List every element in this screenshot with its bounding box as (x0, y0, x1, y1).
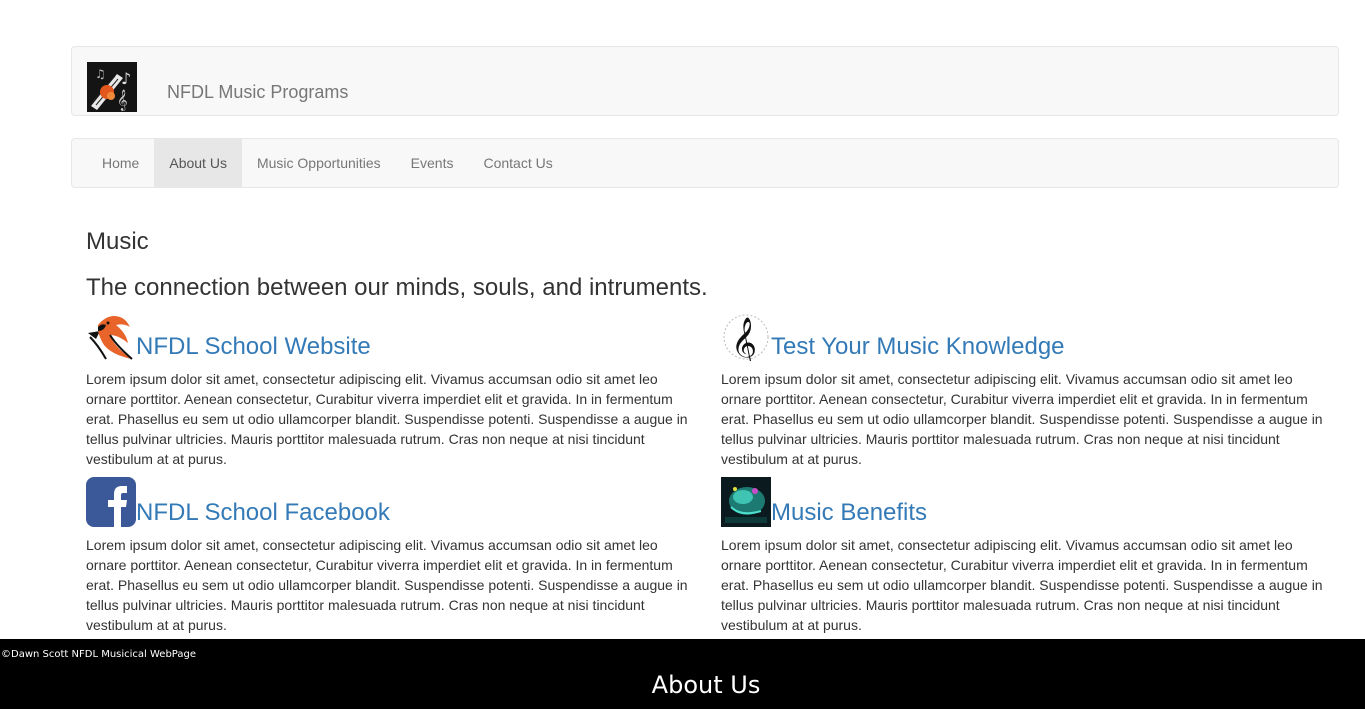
card-body-text: Lorem ipsum dolor sit amet, consectetur … (86, 537, 688, 633)
card-school-facebook: NFDL School Facebook Lorem ipsum dolor s… (86, 477, 696, 635)
page-heading: Music (86, 228, 149, 255)
nav-item-about-us[interactable]: About Us (154, 139, 242, 188)
card-body-text: Lorem ipsum dolor sit amet, consectetur … (721, 537, 1323, 633)
nav-list: Home About Us Music Opportunities Events… (87, 139, 568, 188)
nav-item-music-opportunities[interactable]: Music Opportunities (242, 139, 396, 188)
page-tagline: The connection between our minds, souls,… (86, 274, 708, 301)
footer: ©Dawn Scott NFDL Musicical WebPage About… (0, 639, 1365, 709)
footer-title: About Us (651, 671, 761, 699)
card-title-link[interactable]: Test Your Music Knowledge (771, 335, 1065, 359)
card-title-link[interactable]: NFDL School Facebook (136, 501, 390, 525)
cardinal-bird-icon[interactable] (86, 311, 136, 361)
svg-text:𝄞: 𝄞 (731, 317, 757, 361)
nav-item-contact-us[interactable]: Contact Us (468, 139, 567, 188)
brand-header: ♪ 𝄞 ♫ NFDL Music Programs (71, 46, 1339, 116)
card-header: Music Benefits (721, 477, 1331, 527)
main-navigation: Home About Us Music Opportunities Events… (71, 138, 1339, 188)
treble-clef-icon[interactable]: 𝄞 (721, 311, 771, 361)
nav-item-events[interactable]: Events (396, 139, 469, 188)
card-music-knowledge: 𝄞 Test Your Music Knowledge Lorem ipsum … (721, 311, 1331, 469)
nav-item-home[interactable]: Home (87, 139, 154, 188)
card-title-link[interactable]: NFDL School Website (136, 335, 371, 359)
footer-copyright: ©Dawn Scott NFDL Musicical WebPage (1, 649, 197, 660)
card-header: 𝄞 Test Your Music Knowledge (721, 311, 1331, 361)
page: ♪ 𝄞 ♫ NFDL Music Programs Home About Us … (0, 0, 1365, 709)
card-body-text: Lorem ipsum dolor sit amet, consectetur … (721, 371, 1323, 467)
card-school-website: NFDL School Website Lorem ipsum dolor si… (86, 311, 696, 469)
svg-text:𝄞: 𝄞 (117, 90, 128, 111)
brain-music-icon[interactable] (721, 477, 771, 527)
svg-text:♫: ♫ (95, 67, 106, 81)
card-header: NFDL School Website (86, 311, 696, 361)
card-title-link[interactable]: Music Benefits (771, 501, 927, 525)
card-body-text: Lorem ipsum dolor sit amet, consectetur … (86, 371, 688, 467)
card-music-benefits: Music Benefits Lorem ipsum dolor sit ame… (721, 477, 1331, 635)
svg-text:♪: ♪ (121, 69, 131, 88)
facebook-icon[interactable] (86, 477, 136, 527)
card-header: NFDL School Facebook (86, 477, 696, 527)
brand-title[interactable]: NFDL Music Programs (167, 82, 348, 103)
music-notes-logo-icon[interactable]: ♪ 𝄞 ♫ (87, 62, 137, 112)
